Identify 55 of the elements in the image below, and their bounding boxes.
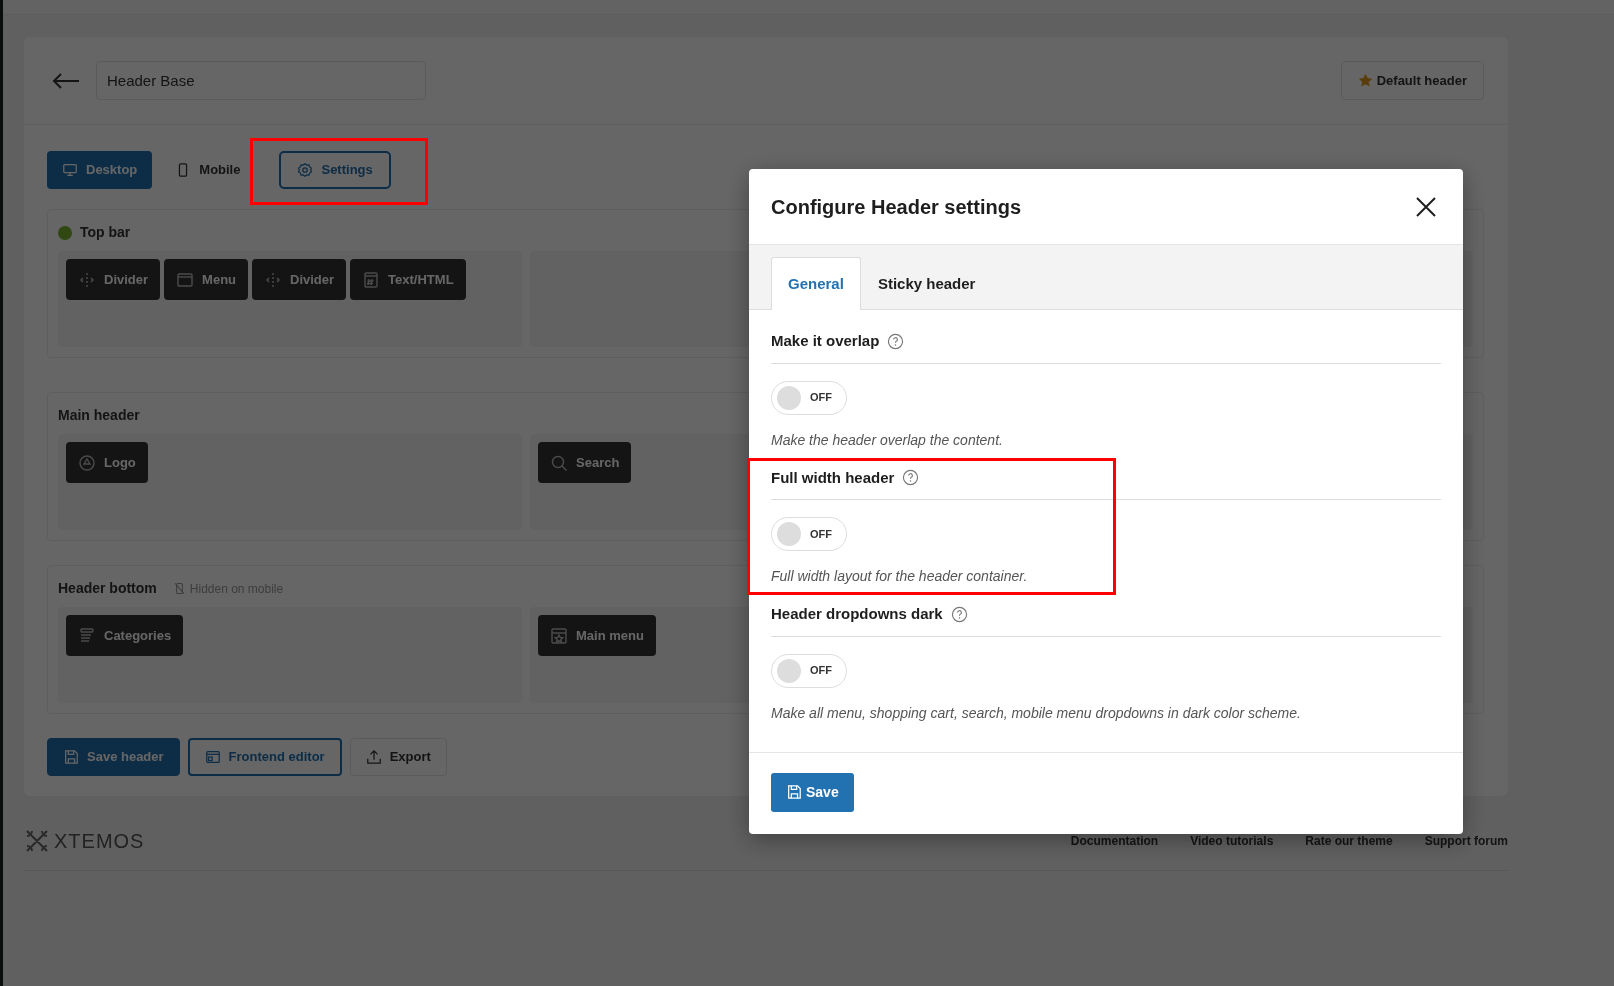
star-icon (1357, 73, 1373, 88)
header-element[interactable]: Logo (66, 442, 148, 483)
header-name-field[interactable]: Header Base (96, 61, 426, 100)
default-header-button[interactable]: Default header (1340, 61, 1484, 100)
help-icon[interactable] (902, 469, 920, 487)
setting-label: Make it overlap (771, 331, 880, 351)
settings-icon (297, 162, 314, 178)
header-element[interactable]: Divider (66, 259, 161, 300)
search-icon (550, 453, 568, 472)
setting-description: Make the header overlap the content. (771, 430, 1004, 450)
save-button[interactable]: Save (771, 772, 854, 812)
header-element[interactable]: Divider (252, 259, 347, 300)
monitor-icon (62, 162, 78, 178)
dialog-title: Configure Header settings (771, 194, 1022, 219)
help-icon[interactable] (950, 605, 968, 623)
header-element[interactable]: Categories (66, 615, 184, 656)
setting-description: Make all menu, shopping cart, search, mobile menu dropdowns in dark color scheme. (771, 703, 1302, 723)
footer-link[interactable]: Rate our theme (1305, 832, 1393, 850)
action-button[interactable]: Save header (47, 738, 180, 776)
brand-logo-text: XTEMOS (54, 829, 145, 854)
divider-icon (78, 270, 96, 289)
section-title: Header bottom (58, 579, 157, 598)
settings-tab[interactable]: General (771, 257, 861, 310)
header-element[interactable]: Text/HTML (350, 259, 466, 300)
setting-label: Header dropdowns dark (771, 604, 943, 624)
code-window-icon (362, 270, 381, 289)
footer-link[interactable]: Documentation (1070, 832, 1159, 850)
action-button[interactable]: Frontend editor (187, 738, 342, 776)
view-tab[interactable]: Mobile (160, 151, 256, 189)
header-element[interactable]: Search (538, 442, 632, 483)
upload-icon (365, 749, 382, 765)
action-button[interactable]: Export (349, 738, 447, 776)
list-icon (78, 626, 96, 645)
settings-tab[interactable]: Sticky header (860, 257, 993, 310)
toggle-switch[interactable]: OFF (771, 517, 847, 551)
footer-link[interactable]: Support forum (1424, 832, 1508, 850)
section-title: Top bar (80, 223, 131, 242)
toggle-switch[interactable]: OFF (771, 380, 847, 415)
setting-description: Full width layout for the header container. (771, 567, 1029, 586)
close-icon (1415, 195, 1437, 218)
logo-circle-icon (78, 453, 96, 472)
toggle-switch[interactable]: OFF (771, 653, 847, 688)
layout-icon (204, 749, 221, 765)
view-tab[interactable]: Desktop (47, 151, 153, 189)
window-icon (176, 270, 195, 289)
header-element[interactable]: Main menu (538, 615, 656, 656)
section-title: Main header (58, 406, 140, 425)
setting-label: Full width header (771, 467, 895, 488)
settings-button[interactable]: Settings (279, 151, 391, 189)
back-arrow-icon[interactable] (52, 72, 80, 89)
header-element[interactable]: Menu (164, 259, 249, 300)
footer-link[interactable]: Video tutorials (1190, 832, 1274, 850)
hidden-phone-icon (172, 582, 186, 595)
logo-icon (24, 828, 50, 854)
help-icon[interactable] (887, 332, 905, 350)
